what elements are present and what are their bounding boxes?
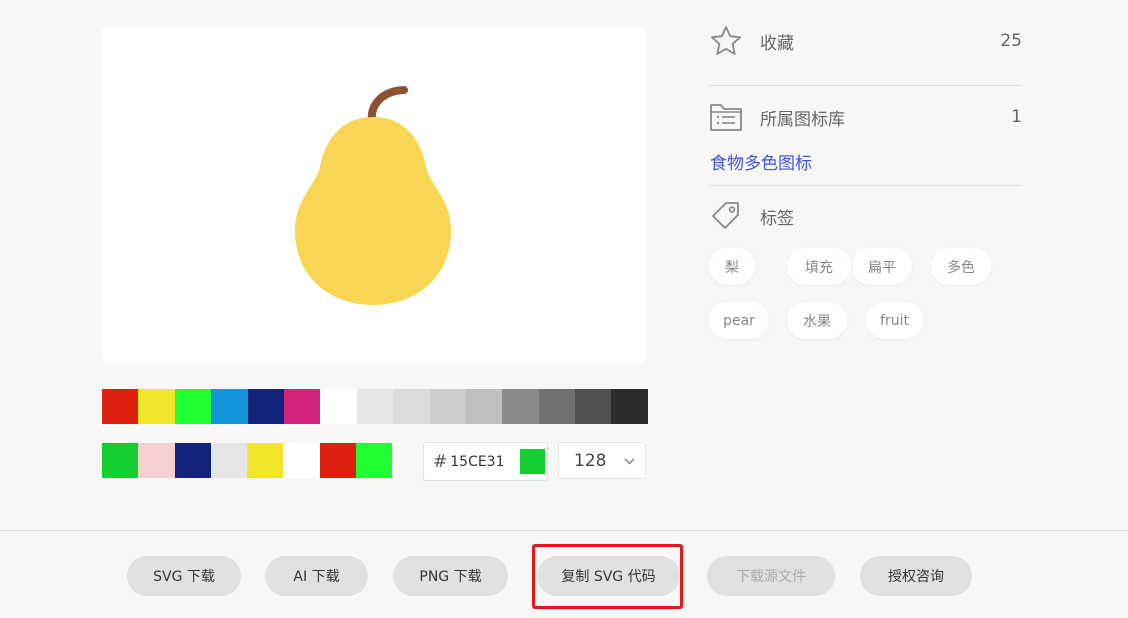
favorite-label: 收藏 (760, 33, 794, 54)
color-palette-preset (102, 389, 648, 424)
color-swatch[interactable] (174, 389, 212, 424)
color-swatch[interactable] (393, 389, 430, 424)
library-label: 所属图标库 (760, 109, 845, 130)
copy-svg-code-button[interactable]: 复制 SVG 代码 (537, 556, 680, 596)
chevron-down-icon (624, 454, 635, 468)
color-swatch[interactable] (210, 443, 247, 478)
library-count: 1 (1011, 107, 1022, 127)
tag-icon (709, 199, 743, 233)
pear-icon (295, 86, 451, 305)
color-swatch[interactable] (211, 389, 248, 424)
hash-symbol: # (433, 451, 448, 472)
download-source-button[interactable]: 下载源文件 (707, 556, 835, 596)
tags-label: 标签 (760, 208, 794, 229)
star-icon[interactable] (709, 24, 743, 58)
color-swatch[interactable] (283, 443, 320, 478)
tags-header: 标签 (709, 199, 1022, 233)
tag-chip[interactable]: 扁平 (852, 248, 912, 285)
color-swatch[interactable] (102, 443, 139, 478)
footer-divider (0, 530, 1128, 531)
color-swatch[interactable] (356, 389, 394, 424)
color-swatch[interactable] (247, 389, 284, 424)
color-swatch[interactable] (538, 389, 576, 424)
tag-chip[interactable]: 梨 (709, 248, 755, 285)
tag-chip[interactable]: 多色 (931, 248, 991, 285)
color-preview-chip[interactable] (520, 449, 546, 474)
color-swatch[interactable] (283, 389, 321, 424)
folder-list-icon (709, 100, 743, 134)
size-select[interactable]: 128 (558, 442, 646, 479)
pear-stem (367, 86, 408, 125)
tag-chip[interactable]: 填充 (787, 248, 851, 285)
color-swatch[interactable] (611, 389, 648, 424)
png-download-button[interactable]: PNG 下载 (393, 556, 508, 596)
library-link[interactable]: 食物多色图标 (710, 149, 812, 174)
divider (709, 185, 1022, 186)
hex-color-input[interactable]: # 15CE31 (423, 442, 548, 481)
color-swatch[interactable] (355, 443, 392, 478)
hex-color-value[interactable]: 15CE31 (450, 454, 516, 470)
size-value: 128 (574, 450, 607, 471)
pear-body (295, 117, 451, 305)
color-swatch[interactable] (502, 389, 539, 424)
license-inquiry-button[interactable]: 授权咨询 (860, 556, 972, 596)
tag-chip[interactable]: fruit (866, 302, 923, 339)
color-swatch[interactable] (174, 443, 211, 478)
svg-download-button[interactable]: SVG 下载 (127, 556, 241, 596)
color-swatch[interactable] (247, 443, 284, 478)
divider (709, 85, 1022, 86)
icon-preview (102, 27, 645, 363)
color-swatch[interactable] (429, 389, 466, 424)
color-swatch[interactable] (319, 443, 356, 478)
color-swatch[interactable] (465, 389, 503, 424)
color-swatch[interactable] (138, 389, 175, 424)
tag-chip[interactable]: 水果 (787, 302, 847, 339)
color-swatch[interactable] (320, 389, 357, 424)
color-palette-current (102, 443, 392, 478)
color-swatch[interactable] (102, 389, 139, 424)
ai-download-button[interactable]: AI 下载 (265, 556, 368, 596)
favorite-count: 25 (1000, 31, 1022, 51)
color-swatch[interactable] (575, 389, 612, 424)
favorite-row[interactable]: 收藏 25 (709, 24, 1022, 58)
color-swatch[interactable] (138, 443, 175, 478)
library-row: 所属图标库 1 (709, 100, 1022, 134)
tag-chip[interactable]: pear (709, 302, 769, 339)
